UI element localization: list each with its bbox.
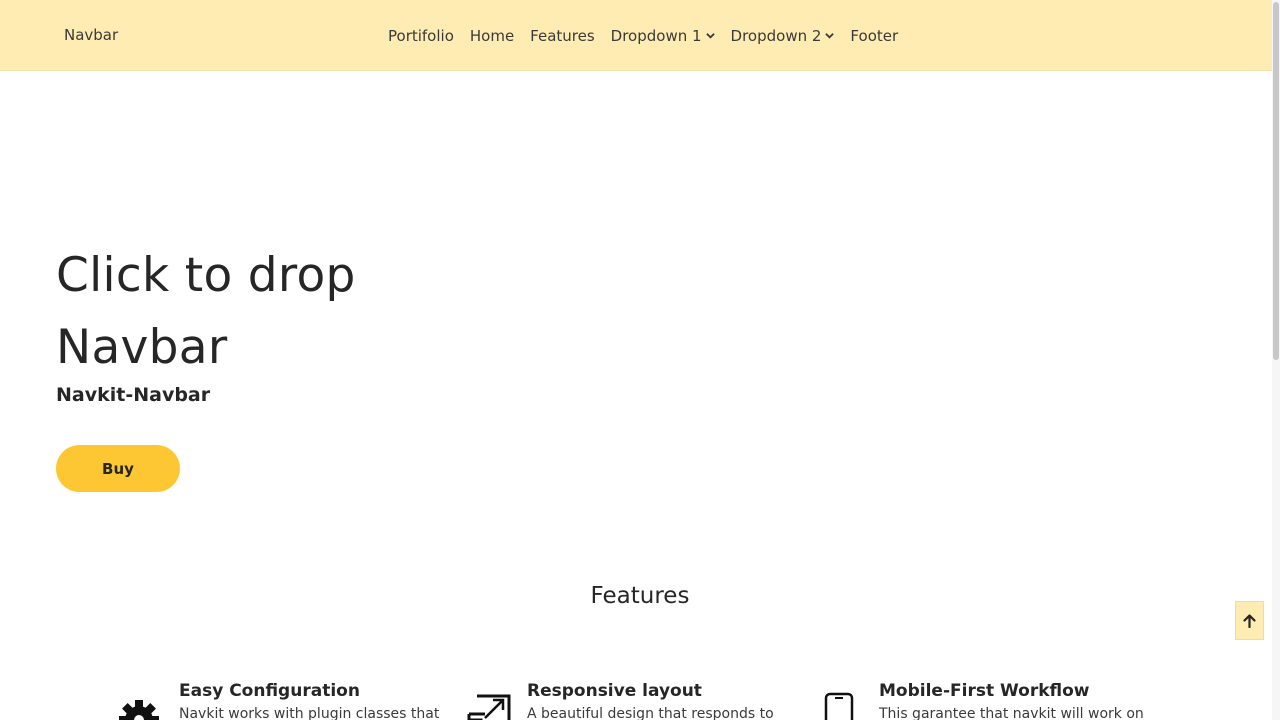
features-heading: Features (590, 583, 690, 609)
hero-title-line-1: Click to drop (56, 248, 356, 303)
expand-icon (467, 694, 511, 720)
hero-title-line-2: Navbar (56, 320, 228, 375)
feature-card: Easy Configuration Navkit works with plu… (119, 680, 459, 720)
nav-item-label: Home (469, 26, 515, 45)
back-to-top-button[interactable] (1235, 601, 1264, 640)
feature-description: This garantee that navkit will work on (879, 706, 1144, 720)
navbar: Navbar Portifolio Home Features Dropdown… (0, 0, 1272, 71)
feature-title: Easy Configuration (179, 681, 360, 701)
nav-item-dropdown-1[interactable]: Dropdown 1 (603, 27, 723, 45)
navbar-brand[interactable]: Navbar (64, 0, 118, 71)
gear-icon (119, 700, 159, 720)
nav-item-features[interactable]: Features (522, 27, 603, 45)
nav-item-label: Footer (850, 26, 899, 45)
hero-title: Click to drop Navbar (56, 240, 656, 384)
nav-item-label: Dropdown 1 (610, 26, 702, 45)
feature-description: Navkit works with plugin classes that (179, 706, 440, 720)
page-scrollbar[interactable] (1272, 0, 1280, 720)
hero-subtitle: Navkit-Navbar (56, 384, 211, 406)
feature-title: Mobile-First Workflow (879, 681, 1090, 701)
feature-card: Responsive layout A beautiful design tha… (467, 680, 807, 720)
feature-card: Mobile-First Workflow This garantee that… (819, 680, 1159, 720)
nav-item-label: Dropdown 2 (730, 26, 822, 45)
chevron-down-icon (825, 33, 835, 39)
scrollbar-thumb[interactable] (1273, 2, 1279, 360)
nav-item-dropdown-2[interactable]: Dropdown 2 (723, 27, 843, 45)
buy-button[interactable]: Buy (56, 445, 180, 492)
nav-item-label: Features (530, 26, 595, 45)
feature-description: A beautiful design that responds to (527, 706, 774, 720)
chevron-down-icon (705, 33, 715, 39)
navbar-menu: Portifolio Home Features Dropdown 1 Drop… (380, 0, 906, 71)
feature-title: Responsive layout (527, 681, 702, 701)
nav-item-portifolio[interactable]: Portifolio (380, 27, 462, 45)
arrow-up-icon (1243, 613, 1256, 628)
nav-item-home[interactable]: Home (462, 27, 522, 45)
nav-item-footer[interactable]: Footer (842, 27, 906, 45)
mobile-icon (824, 692, 854, 720)
nav-item-label: Portifolio (388, 26, 454, 45)
